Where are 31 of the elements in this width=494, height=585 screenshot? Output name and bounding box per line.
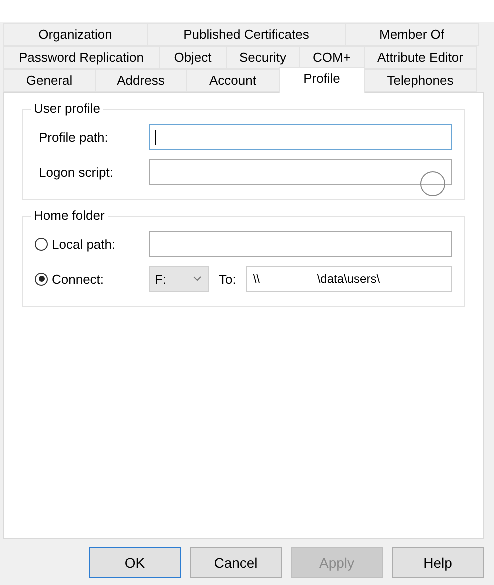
cursor-circle-icon: [420, 171, 446, 197]
tab[interactable]: General: [3, 69, 96, 92]
tab[interactable]: Address: [95, 69, 187, 92]
tab[interactable]: Account: [186, 69, 280, 92]
dialog-button[interactable]: Help: [392, 547, 484, 578]
input-field[interactable]: [149, 159, 452, 185]
radio-label: Local path:: [52, 236, 116, 252]
field-label: To:: [219, 272, 236, 286]
radio-button[interactable]: [35, 238, 48, 250]
field-label: Profile path:: [38, 130, 110, 144]
input-field[interactable]: [149, 124, 452, 150]
radio-button[interactable]: [35, 272, 48, 286]
dialog-button[interactable]: Cancel: [190, 547, 282, 578]
group-title: Home folder: [31, 208, 108, 223]
group-title: User profile: [31, 101, 104, 116]
input-field[interactable]: [149, 231, 452, 257]
dialog-button[interactable]: OK: [89, 547, 181, 578]
tab[interactable]: Password Replication: [3, 46, 160, 69]
chevron-down-icon: [193, 276, 202, 282]
tab[interactable]: Object: [159, 46, 227, 69]
tab[interactable]: Telephones: [364, 69, 477, 92]
input-field[interactable]: \\ \data\users\: [246, 266, 452, 292]
tab[interactable]: Published Certificates: [147, 23, 346, 46]
radio-label: Connect:: [52, 272, 104, 286]
tab[interactable]: Attribute Editor: [364, 46, 477, 69]
drive-dropdown[interactable]: F:: [149, 266, 209, 292]
tab[interactable]: Organization: [3, 23, 148, 46]
tab[interactable]: Profile: [279, 67, 365, 93]
field-label: Logon script:: [38, 164, 114, 180]
tab[interactable]: Security: [226, 46, 300, 69]
tab[interactable]: Member Of: [345, 23, 479, 46]
